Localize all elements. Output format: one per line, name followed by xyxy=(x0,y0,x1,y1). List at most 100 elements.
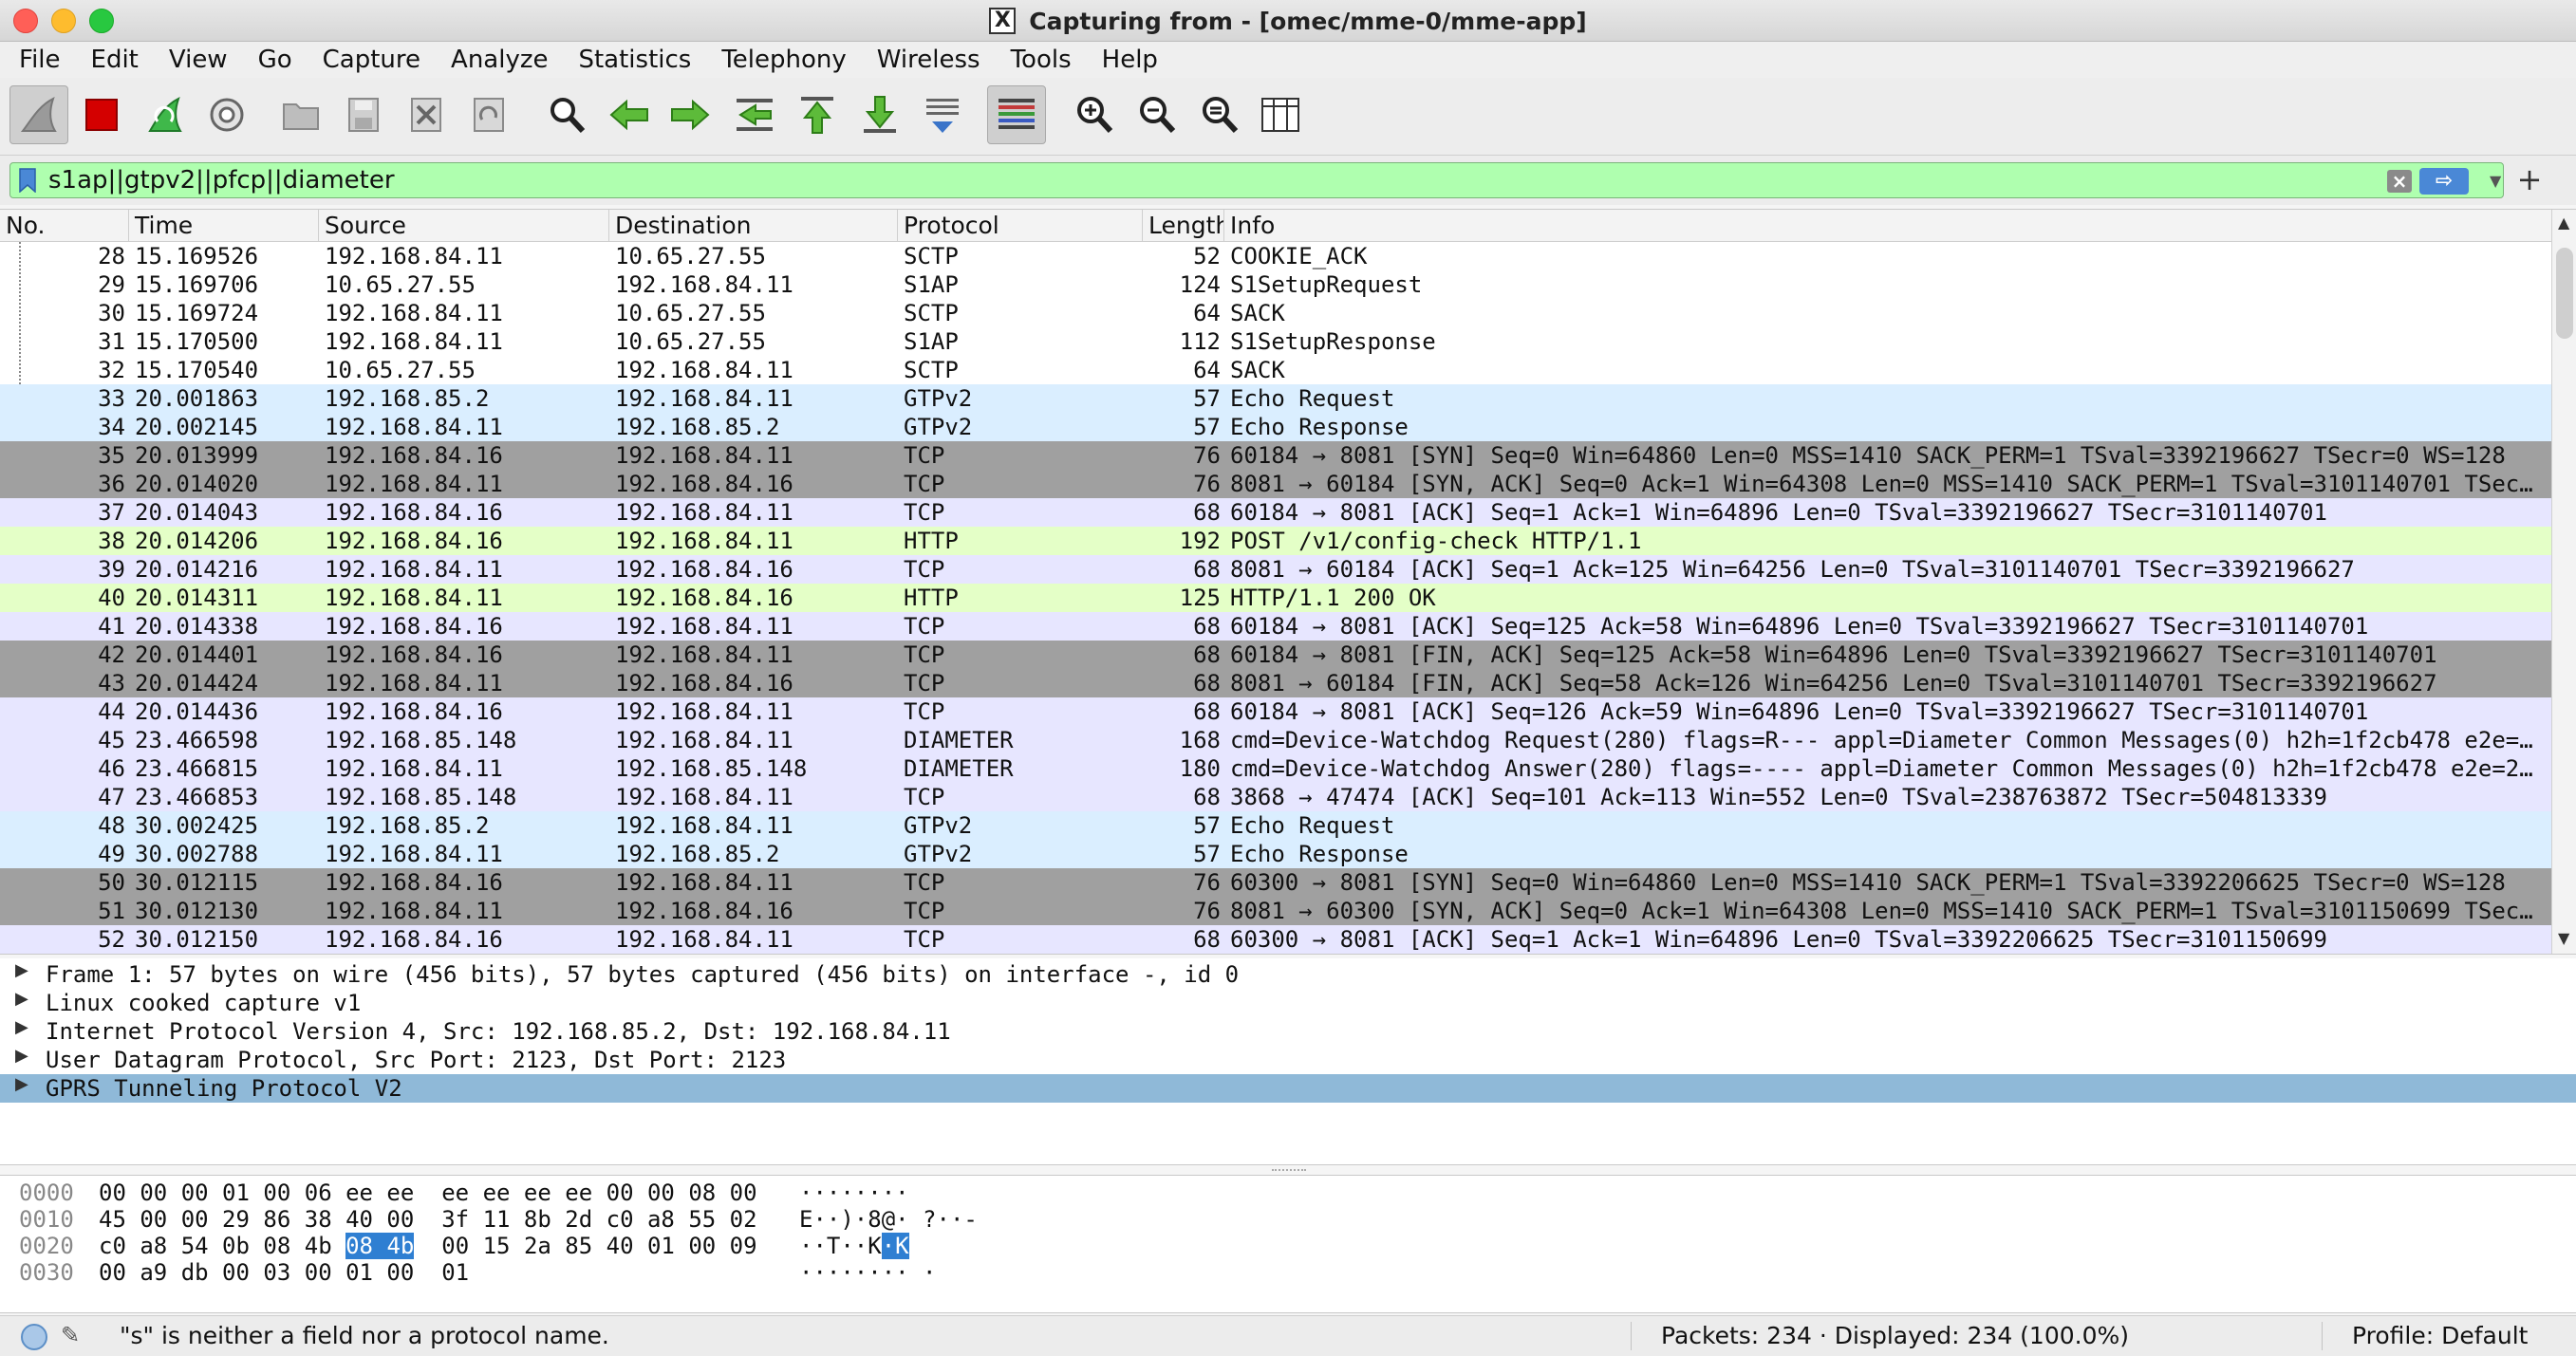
packet-row[interactable]: 40 20.014311 192.168.84.11 192.168.84.16 HTT… xyxy=(0,584,2551,612)
expand-arrow-icon[interactable]: ▶ xyxy=(15,1074,34,1094)
packet-row[interactable]: 43 20.014424 192.168.84.11 192.168.84.16 TCP… xyxy=(0,669,2551,697)
column-destination[interactable]: Destination xyxy=(609,210,898,242)
scroll-down-icon[interactable]: ▼ xyxy=(2558,929,2569,947)
column-length[interactable]: Length xyxy=(1143,210,1224,242)
restart-capture-icon[interactable] xyxy=(135,85,194,144)
scroll-up-icon[interactable]: ▲ xyxy=(2558,214,2569,232)
scrollbar-thumb[interactable] xyxy=(2556,248,2573,339)
reload-file-icon[interactable] xyxy=(459,85,518,144)
packet-row[interactable]: 48 30.002425 192.168.85.2 192.168.84.11 GTPv… xyxy=(0,811,2551,840)
status-bar: ✎ "s" is neither a field nor a protocol … xyxy=(0,1315,2576,1355)
packet-row[interactable]: 30 15.169724 192.168.84.11 10.65.27.55 SCTP 6… xyxy=(0,299,2551,327)
menu-view[interactable]: View xyxy=(169,46,228,74)
packet-row[interactable]: 42 20.014401 192.168.84.16 192.168.84.11 TCP… xyxy=(0,641,2551,669)
expert-info-icon[interactable] xyxy=(21,1324,47,1350)
menu-analyze[interactable]: Analyze xyxy=(451,46,548,74)
packet-time: 20.014436 xyxy=(135,698,259,725)
packet-protocol: TCP xyxy=(904,698,945,725)
zoom-out-icon[interactable] xyxy=(1128,85,1186,144)
packet-row[interactable]: 28 15.169526 192.168.84.11 10.65.27.55 SCTP 5… xyxy=(0,242,2551,270)
clear-filter-icon[interactable]: × xyxy=(2387,170,2412,193)
apply-filter-icon[interactable]: ⇨ xyxy=(2419,168,2469,195)
bookmark-icon[interactable] xyxy=(18,168,37,193)
packet-row[interactable]: 34 20.002145 192.168.84.11 192.168.85.2 GTPv… xyxy=(0,413,2551,441)
profile-label[interactable]: Profile: Default xyxy=(2352,1316,2528,1356)
capture-options-icon[interactable] xyxy=(197,85,256,144)
menu-telephony[interactable]: Telephony xyxy=(721,46,846,74)
menu-edit[interactable]: Edit xyxy=(91,46,139,74)
menu-statistics[interactable]: Statistics xyxy=(578,46,691,74)
packet-row[interactable]: 29 15.169706 10.65.27.55 192.168.84.11 S1AP 1… xyxy=(0,270,2551,299)
packet-number: 52 xyxy=(98,926,125,953)
packet-row[interactable]: 52 30.012150 192.168.84.16 192.168.84.11 TCP… xyxy=(0,925,2551,954)
column-info[interactable]: Info xyxy=(1224,210,2551,242)
close-file-icon[interactable] xyxy=(397,85,456,144)
column-no[interactable]: No. xyxy=(0,210,129,242)
capture-comment-icon[interactable]: ✎ xyxy=(61,1322,89,1350)
expand-arrow-icon[interactable]: ▶ xyxy=(15,960,34,980)
detail-row[interactable]: ▶ GPRS Tunneling Protocol V2 xyxy=(0,1074,2576,1103)
detail-row[interactable]: ▶ Linux cooked capture v1 xyxy=(0,989,2576,1017)
packet-row[interactable]: 38 20.014206 192.168.84.16 192.168.84.11 HTT… xyxy=(0,527,2551,555)
display-filter-input[interactable]: s1ap||gtpv2||pfcp||diameter × ⇨ ▼ xyxy=(9,162,2504,198)
packet-row[interactable]: 51 30.012130 192.168.84.11 192.168.84.16 TCP… xyxy=(0,897,2551,925)
menu-wireless[interactable]: Wireless xyxy=(877,46,980,74)
colorize-icon[interactable] xyxy=(987,85,1046,144)
detail-row[interactable]: ▶ User Datagram Protocol, Src Port: 2123,… xyxy=(0,1046,2576,1074)
menu-file[interactable]: File xyxy=(19,46,61,74)
packet-row[interactable]: 47 23.466853 192.168.85.148 192.168.84.11 TC… xyxy=(0,783,2551,811)
go-last-icon[interactable] xyxy=(850,85,909,144)
open-file-icon[interactable] xyxy=(271,85,330,144)
expand-arrow-icon[interactable]: ▶ xyxy=(15,1017,34,1037)
packet-row[interactable]: 36 20.014020 192.168.84.11 192.168.84.16 TCP… xyxy=(0,470,2551,498)
menu-capture[interactable]: Capture xyxy=(323,46,420,74)
menu-go[interactable]: Go xyxy=(258,46,292,74)
go-first-icon[interactable] xyxy=(788,85,847,144)
detail-row[interactable]: ▶ Internet Protocol Version 4, Src: 192.1… xyxy=(0,1017,2576,1046)
add-filter-button-icon[interactable]: + xyxy=(2515,161,2544,197)
packet-destination: 192.168.84.11 xyxy=(615,385,793,412)
go-forward-icon[interactable] xyxy=(661,85,719,144)
packet-row[interactable]: 32 15.170540 10.65.27.55 192.168.84.11 SCTP 6… xyxy=(0,356,2551,384)
zoom-normal-icon[interactable] xyxy=(1190,85,1249,144)
find-packet-icon[interactable] xyxy=(537,85,596,144)
chevron-down-icon[interactable]: ▼ xyxy=(2490,168,2505,195)
packet-row[interactable]: 31 15.170500 192.168.84.11 10.65.27.55 S1AP 1… xyxy=(0,327,2551,356)
packet-source: 192.168.84.16 xyxy=(325,499,503,526)
bytes-row[interactable]: 0010 45 00 00 29 86 38 40 00 3f 11 8b 2d … xyxy=(0,1206,2576,1233)
packet-row[interactable]: 44 20.014436 192.168.84.16 192.168.84.11 TCP… xyxy=(0,697,2551,726)
column-source[interactable]: Source xyxy=(319,210,609,242)
go-to-packet-icon[interactable] xyxy=(725,85,784,144)
pane-splitter[interactable] xyxy=(1272,1169,1306,1173)
column-time[interactable]: Time xyxy=(129,210,319,242)
packet-details: ▶ Frame 1: 57 bytes on wire (456 bits), 5… xyxy=(0,958,2576,1165)
column-protocol[interactable]: Protocol xyxy=(898,210,1143,242)
menu-bar: File Edit View Go Capture Analyze Statis… xyxy=(0,42,2576,78)
menu-tools[interactable]: Tools xyxy=(1011,46,1072,74)
packet-row[interactable]: 49 30.002788 192.168.84.11 192.168.85.2 GTPv… xyxy=(0,840,2551,868)
packet-row[interactable]: 41 20.014338 192.168.84.16 192.168.84.11 TCP… xyxy=(0,612,2551,641)
zoom-in-icon[interactable] xyxy=(1065,85,1124,144)
packet-row[interactable]: 46 23.466815 192.168.84.11 192.168.85.148 DI… xyxy=(0,754,2551,783)
bytes-row[interactable]: 0000 00 00 00 01 00 06 ee ee ee ee ee ee … xyxy=(0,1180,2576,1206)
expand-arrow-icon[interactable]: ▶ xyxy=(15,989,34,1009)
packet-row[interactable]: 33 20.001863 192.168.85.2 192.168.84.11 GTPv… xyxy=(0,384,2551,413)
save-file-icon[interactable] xyxy=(334,85,393,144)
resize-columns-icon[interactable] xyxy=(1251,85,1310,144)
packet-row[interactable]: 39 20.014216 192.168.84.11 192.168.84.16 TCP… xyxy=(0,555,2551,584)
go-back-icon[interactable] xyxy=(600,85,659,144)
packet-row[interactable]: 35 20.013999 192.168.84.16 192.168.84.11 TCP… xyxy=(0,441,2551,470)
packet-row[interactable]: 45 23.466598 192.168.85.148 192.168.84.11 DI… xyxy=(0,726,2551,754)
detail-row[interactable]: ▶ Frame 1: 57 bytes on wire (456 bits), 5… xyxy=(0,960,2576,989)
stop-capture-icon[interactable] xyxy=(72,85,131,144)
bytes-row[interactable]: 0030 00 a9 db 00 03 00 01 00 01 ········ · xyxy=(0,1259,2576,1286)
autoscroll-icon[interactable] xyxy=(913,85,972,144)
packet-list-scrollbar[interactable]: ▲ ▼ xyxy=(2551,210,2576,954)
packet-row[interactable]: 50 30.012115 192.168.84.16 192.168.84.11 TCP… xyxy=(0,868,2551,897)
packet-row[interactable]: 37 20.014043 192.168.84.16 192.168.84.11 TCP… xyxy=(0,498,2551,527)
menu-help[interactable]: Help xyxy=(1102,46,1158,74)
bytes-row[interactable]: 0020 c0 a8 54 0b 08 4b 08 4b 00 15 2a 85 … xyxy=(0,1233,2576,1259)
shark-fin-start-icon[interactable] xyxy=(9,85,68,144)
expand-arrow-icon[interactable]: ▶ xyxy=(15,1046,34,1066)
packet-protocol: DIAMETER xyxy=(904,727,1014,753)
